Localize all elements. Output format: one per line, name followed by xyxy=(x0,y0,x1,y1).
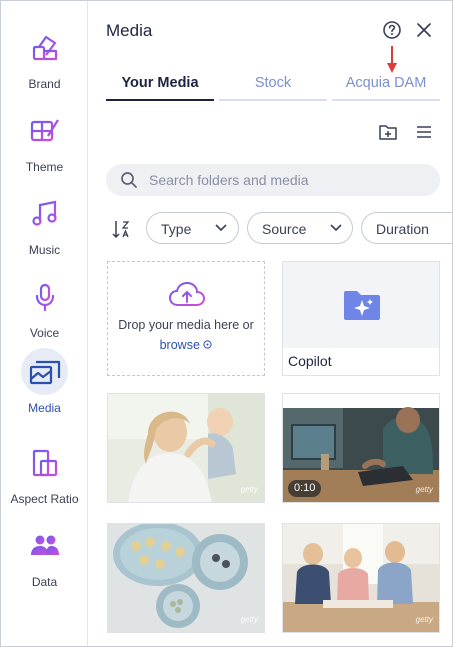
sidebar-item-brand[interactable]: Brand xyxy=(1,24,88,104)
tab-underline xyxy=(219,99,327,101)
sort-icon xyxy=(112,221,130,239)
browse-link[interactable]: browse xyxy=(108,338,264,352)
menu-lines-icon xyxy=(417,126,431,138)
panel-title: Media xyxy=(106,21,153,40)
sidebar-item-music[interactable]: Music xyxy=(1,190,88,270)
sidebar-item-media[interactable]: Media xyxy=(1,348,88,428)
search-icon xyxy=(121,172,137,188)
watermark: getty xyxy=(415,485,433,494)
help-button[interactable] xyxy=(382,20,402,40)
sidebar-item-label: Data xyxy=(31,575,58,589)
tab-label: Stock xyxy=(254,75,292,91)
sidebar-item-voice[interactable]: Voice xyxy=(1,273,88,353)
media-thumbnail[interactable]: getty xyxy=(107,393,265,503)
folder-card-copilot[interactable]: Copilot xyxy=(282,261,440,376)
filter-duration-dropdown[interactable]: Duration xyxy=(361,212,452,244)
sort-button[interactable] xyxy=(111,217,131,241)
info-circle-icon xyxy=(203,340,212,349)
watermark: getty xyxy=(240,485,258,494)
brand-palette-icon xyxy=(21,24,68,71)
media-thumbnail[interactable]: getty xyxy=(282,523,440,633)
tab-underline xyxy=(106,99,214,101)
list-view-button[interactable] xyxy=(414,122,434,142)
annotation-arrow-icon xyxy=(387,46,397,73)
media-thumbnail-video[interactable]: 0:10 getty xyxy=(282,393,440,503)
browse-label: browse xyxy=(159,338,200,352)
filter-label: Duration xyxy=(376,221,429,237)
sidebar-item-label: Theme xyxy=(25,160,64,174)
music-note-icon xyxy=(21,190,68,237)
sidebar-item-label: Brand xyxy=(28,77,61,91)
media-images-icon xyxy=(21,348,68,395)
new-folder-button[interactable] xyxy=(378,122,398,142)
add-folder-icon xyxy=(379,125,397,140)
watermark: getty xyxy=(240,615,258,624)
tab-stock[interactable]: Stock xyxy=(219,71,327,101)
tab-underline xyxy=(332,99,440,101)
search-bar[interactable] xyxy=(106,164,440,196)
ai-folder-icon xyxy=(344,291,380,320)
media-panel: Media Your Media Stock Acquia DAM Typ xyxy=(89,1,452,646)
data-people-icon xyxy=(21,522,68,569)
sidebar-item-theme[interactable]: Theme xyxy=(1,107,88,187)
watermark: getty xyxy=(415,615,433,624)
tab-label: Your Media xyxy=(121,75,199,91)
tab-label: Acquia DAM xyxy=(345,75,427,91)
chevron-down-icon xyxy=(330,224,342,232)
folder-thumbnail xyxy=(283,262,439,348)
close-icon xyxy=(417,23,431,37)
media-tabs: Your Media Stock Acquia DAM xyxy=(106,71,440,101)
microphone-icon xyxy=(21,273,68,320)
sidebar-item-aspect-ratio[interactable]: Aspect Ratio xyxy=(1,439,88,519)
filter-type-dropdown[interactable]: Type xyxy=(146,212,239,244)
video-duration-badge: 0:10 xyxy=(288,480,322,497)
chevron-down-icon xyxy=(215,224,227,232)
search-input[interactable] xyxy=(149,170,429,190)
close-button[interactable] xyxy=(415,21,433,39)
sidebar-item-label: Music xyxy=(28,243,61,257)
sidebar-item-data[interactable]: Data xyxy=(1,522,88,602)
sidebar-item-label: Media xyxy=(28,401,61,415)
sidebar-item-label: Voice xyxy=(29,326,60,340)
filter-label: Source xyxy=(262,221,307,237)
cloud-upload-icon xyxy=(168,281,206,306)
tab-acquia-dam[interactable]: Acquia DAM xyxy=(332,71,440,101)
aspect-ratio-icon xyxy=(21,439,68,486)
media-thumbnail[interactable]: getty xyxy=(107,523,265,633)
sidebar: Brand Theme Music Voice Media Aspect Rat… xyxy=(1,1,88,646)
filter-source-dropdown[interactable]: Source xyxy=(247,212,353,244)
folder-name: Copilot xyxy=(288,353,332,369)
media-grid: Drop your media here or browse Copilot g… xyxy=(107,261,441,646)
upload-instructions: Drop your media here or xyxy=(118,318,254,332)
sidebar-item-label: Aspect Ratio xyxy=(10,492,79,506)
tab-your-media[interactable]: Your Media xyxy=(106,71,214,101)
theme-brush-icon xyxy=(21,107,68,154)
help-icon xyxy=(383,21,401,39)
upload-dropzone[interactable]: Drop your media here or browse xyxy=(107,261,265,376)
filter-label: Type xyxy=(161,221,192,237)
